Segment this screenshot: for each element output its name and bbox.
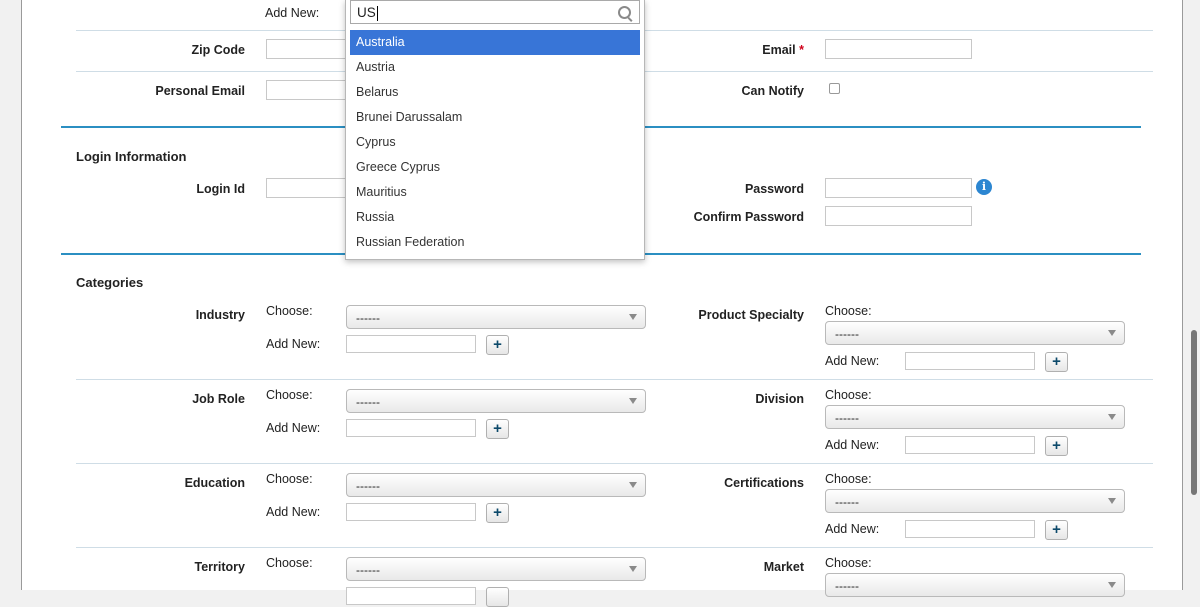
certifications-add-new-input[interactable] xyxy=(905,520,1035,538)
job-role-label: Job Role xyxy=(192,392,245,406)
chevron-down-icon xyxy=(629,482,637,488)
dropdown-option[interactable]: Russian Federation xyxy=(350,230,640,255)
industry-select[interactable]: ------ xyxy=(346,305,646,329)
select-value: ------ xyxy=(356,563,380,577)
login-id-label: Login Id xyxy=(196,182,245,196)
can-notify-checkbox[interactable] xyxy=(829,83,840,94)
info-icon[interactable]: i xyxy=(976,179,992,195)
division-select[interactable]: ------ xyxy=(825,405,1125,429)
page-scrollbar[interactable] xyxy=(1191,330,1197,495)
education-add-button[interactable]: + xyxy=(486,503,509,523)
dropdown-option[interactable]: Mauritius xyxy=(350,180,640,205)
dropdown-option[interactable]: Austria xyxy=(350,55,640,80)
password-input[interactable] xyxy=(825,178,972,198)
dropdown-option[interactable]: Cyprus xyxy=(350,130,640,155)
select-value: ------ xyxy=(356,395,380,409)
product-specialty-add-button[interactable]: + xyxy=(1045,352,1068,372)
choose-label: Choose: xyxy=(825,472,872,486)
product-specialty-add-new-input[interactable] xyxy=(905,352,1035,370)
text-cursor xyxy=(376,5,378,21)
confirm-password-input[interactable] xyxy=(825,206,972,226)
email-input[interactable] xyxy=(825,39,972,59)
search-icon xyxy=(618,6,631,19)
choose-label: Choose: xyxy=(825,388,872,402)
division-label: Division xyxy=(755,392,804,406)
chevron-down-icon xyxy=(1108,414,1116,420)
select-value: ------ xyxy=(835,327,859,341)
login-id-input[interactable] xyxy=(266,178,356,198)
can-notify-label: Can Notify xyxy=(741,84,805,98)
industry-add-new-input[interactable] xyxy=(346,335,476,353)
divider xyxy=(76,463,1153,464)
territory-label: Territory xyxy=(194,560,245,574)
password-label: Password xyxy=(744,182,804,196)
zip-code-label: Zip Code xyxy=(191,43,245,57)
select-value: ------ xyxy=(835,411,859,425)
dropdown-option[interactable]: Brunei Darussalam xyxy=(350,105,640,130)
select-value: ------ xyxy=(356,479,380,493)
choose-label: Choose: xyxy=(266,304,313,318)
dropdown-option[interactable]: Russia xyxy=(350,205,640,230)
add-new-label: Add New: xyxy=(825,438,880,452)
divider xyxy=(76,547,1153,548)
choose-label: Choose: xyxy=(825,556,872,570)
chevron-down-icon xyxy=(629,566,637,572)
division-add-new-input[interactable] xyxy=(905,436,1035,454)
select-value: ------ xyxy=(356,311,380,325)
industry-add-button[interactable]: + xyxy=(486,335,509,355)
product-specialty-label: Product Specialty xyxy=(698,308,804,322)
dropdown-option[interactable]: Greece Cyprus xyxy=(350,155,640,180)
country-add-new-label: Add New: xyxy=(265,6,320,20)
select-value: ------ xyxy=(835,579,859,593)
certifications-add-button[interactable]: + xyxy=(1045,520,1068,540)
job-role-select[interactable]: ------ xyxy=(346,389,646,413)
education-add-new-input[interactable] xyxy=(346,503,476,521)
certifications-label: Certifications xyxy=(724,476,804,490)
market-label: Market xyxy=(763,560,804,574)
add-new-label: Add New: xyxy=(825,354,880,368)
add-new-label: Add New: xyxy=(825,522,880,536)
divider xyxy=(76,379,1153,380)
personal-email-label: Personal Email xyxy=(155,84,245,98)
country-search-input[interactable]: US xyxy=(350,0,640,24)
add-new-label: Add New: xyxy=(266,421,321,435)
dropdown-option[interactable]: Belarus xyxy=(350,80,640,105)
dropdown-option[interactable]: Australia xyxy=(350,30,640,55)
select-value: ------ xyxy=(835,495,859,509)
industry-label: Industry xyxy=(195,308,245,322)
search-value: US xyxy=(357,5,376,20)
email-label: Email * xyxy=(762,43,804,57)
job-role-add-button[interactable]: + xyxy=(486,419,509,439)
job-role-add-new-input[interactable] xyxy=(346,419,476,437)
country-dropdown: US Australia Austria Belarus Brunei Daru… xyxy=(345,0,645,260)
territory-select[interactable]: ------ xyxy=(346,557,646,581)
required-indicator: * xyxy=(799,43,804,57)
categories-section-title: Categories xyxy=(76,275,144,290)
chevron-down-icon xyxy=(629,314,637,320)
choose-label: Choose: xyxy=(266,388,313,402)
chevron-down-icon xyxy=(1108,582,1116,588)
choose-label: Choose: xyxy=(825,304,872,318)
choose-label: Choose: xyxy=(266,472,313,486)
education-select[interactable]: ------ xyxy=(346,473,646,497)
territory-add-button[interactable] xyxy=(486,587,509,607)
chevron-down-icon xyxy=(629,398,637,404)
login-section-title: Login Information xyxy=(76,149,187,164)
certifications-select[interactable]: ------ xyxy=(825,489,1125,513)
add-new-label: Add New: xyxy=(266,505,321,519)
choose-label: Choose: xyxy=(266,556,313,570)
chevron-down-icon xyxy=(1108,498,1116,504)
education-label: Education xyxy=(184,476,245,490)
zip-code-input[interactable] xyxy=(266,39,356,59)
add-new-label: Add New: xyxy=(266,337,321,351)
product-specialty-select[interactable]: ------ xyxy=(825,321,1125,345)
personal-email-input[interactable] xyxy=(266,80,356,100)
division-add-button[interactable]: + xyxy=(1045,436,1068,456)
chevron-down-icon xyxy=(1108,330,1116,336)
confirm-password-label: Confirm Password xyxy=(693,210,804,224)
market-select[interactable]: ------ xyxy=(825,573,1125,597)
